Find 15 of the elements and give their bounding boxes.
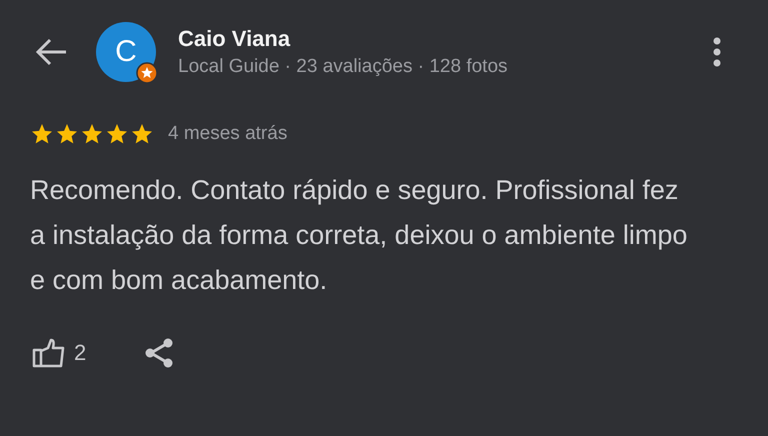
- star-icon: [80, 122, 104, 146]
- reviewer-stats: Local Guide · 23 avaliações · 128 fotos: [178, 56, 509, 78]
- review-time: 4 meses atrás: [168, 123, 288, 145]
- more-options-button[interactable]: [712, 36, 722, 68]
- thumbs-up-icon: [32, 338, 66, 368]
- star-icon: [55, 122, 79, 146]
- review-text: Recomendo. Contato rápido e seguro. Profissional fez a instalação da forma correta, deixou o ambiente limpo e com bom acabamento.: [30, 174, 688, 297]
- share-button[interactable]: [144, 337, 174, 369]
- star-icon: [130, 122, 154, 146]
- star-icon: [30, 122, 54, 146]
- reviewer-name: Caio Viana: [178, 26, 292, 52]
- back-button[interactable]: [34, 37, 68, 67]
- star-icon: [105, 122, 129, 146]
- like-button[interactable]: 2: [32, 338, 86, 368]
- avatar[interactable]: C: [96, 22, 156, 82]
